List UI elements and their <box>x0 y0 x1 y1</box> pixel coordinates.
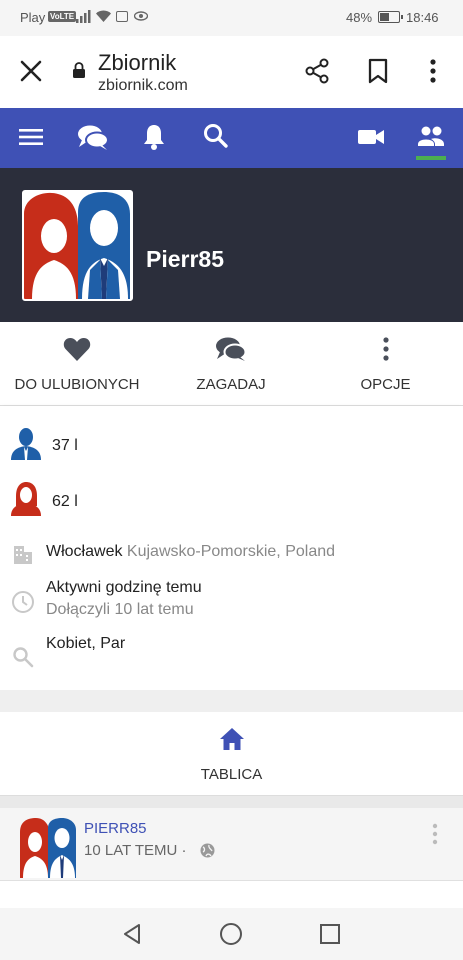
clock-icon <box>12 591 34 613</box>
people-icon[interactable] <box>416 122 446 152</box>
site-navbar <box>0 108 463 168</box>
signal-icon <box>76 10 91 23</box>
post-author[interactable]: PIERR85 <box>84 820 147 837</box>
male-age: 37 l <box>52 437 78 454</box>
chat-icon[interactable] <box>76 122 110 152</box>
looking-for: Kobiet, Par <box>46 635 126 652</box>
message-button[interactable]: ZAGADAJ <box>154 322 308 406</box>
profile-header: Pierr85 <box>0 168 463 322</box>
post-body <box>0 880 463 908</box>
share-icon[interactable] <box>304 58 330 84</box>
joined-date: Dołączyli 10 lat temu <box>46 601 194 618</box>
browser-toolbar: Zbiornik zbiornik.com <box>0 36 463 108</box>
video-icon[interactable] <box>357 122 385 152</box>
location-text: Włocławek Kujawsko-Pomorskie, Poland <box>46 543 335 561</box>
wifi-icon <box>96 10 111 22</box>
options-label: OPCJE <box>360 376 411 393</box>
favorite-button[interactable]: DO ULUBIONYCH <box>0 322 154 406</box>
system-navigation-bar <box>0 908 463 960</box>
tab-tablica[interactable]: TABLICA <box>0 712 463 796</box>
carrier-label: Play <box>20 10 46 25</box>
eye-icon <box>134 11 148 21</box>
profile-username: Pierr85 <box>146 246 225 272</box>
section-divider <box>0 690 463 712</box>
more-vert-icon[interactable] <box>424 58 442 84</box>
couple-avatar-image <box>24 192 131 299</box>
male-icon <box>11 428 41 460</box>
female-age: 62 l <box>52 493 78 510</box>
page-url[interactable]: zbiornik.com <box>98 77 188 95</box>
wall-post: PIERR85 10 LAT TEMU · <box>0 808 463 908</box>
chat-icon <box>216 337 247 361</box>
home-circle-icon[interactable] <box>219 922 243 946</box>
bookmark-icon[interactable] <box>367 58 389 84</box>
post-avatar[interactable] <box>20 818 76 878</box>
battery-percent: 48% <box>346 10 373 25</box>
avatar[interactable] <box>22 190 133 301</box>
profile-info-card: 37 l 62 l Włocławek Kujawsko-Pomorskie, … <box>0 406 463 690</box>
recents-icon[interactable] <box>318 922 342 946</box>
options-button[interactable]: OPCJE <box>308 322 463 406</box>
more-vert-icon[interactable] <box>430 822 440 846</box>
location-region: Kujawsko-Pomorskie, Poland <box>126 543 336 560</box>
search-icon <box>13 647 34 668</box>
home-icon <box>220 728 244 750</box>
section-divider <box>0 796 463 808</box>
close-icon[interactable] <box>18 58 44 84</box>
menu-icon[interactable] <box>18 122 44 152</box>
active-tab-indicator <box>416 156 446 160</box>
tab-label: TABLICA <box>200 766 263 783</box>
clock: 18:46 <box>406 10 439 25</box>
favorite-label: DO ULUBIONYCH <box>14 376 140 393</box>
post-time: 10 LAT TEMU · <box>84 842 187 859</box>
location-city: Włocławek <box>46 543 123 560</box>
search-icon[interactable] <box>203 122 229 152</box>
lock-icon <box>73 62 85 78</box>
battery-icon <box>378 11 403 23</box>
bell-icon[interactable] <box>142 122 166 152</box>
globe-icon <box>200 843 215 858</box>
page-title: Zbiornik <box>98 50 177 75</box>
back-icon[interactable] <box>120 922 144 946</box>
heart-icon <box>63 338 91 361</box>
status-bar: Play VoLTE 48% 18:46 <box>0 0 463 36</box>
last-active: Aktywni godzinę temu <box>46 579 202 596</box>
more-vert-icon <box>382 337 389 361</box>
volte-badge: VoLTE <box>48 11 77 22</box>
message-label: ZAGADAJ <box>196 376 266 393</box>
city-icon <box>14 546 32 564</box>
profile-actions: DO ULUBIONYCH ZAGADAJ OPCJE <box>0 322 463 406</box>
female-icon <box>11 482 41 516</box>
nfc-icon <box>116 11 128 22</box>
